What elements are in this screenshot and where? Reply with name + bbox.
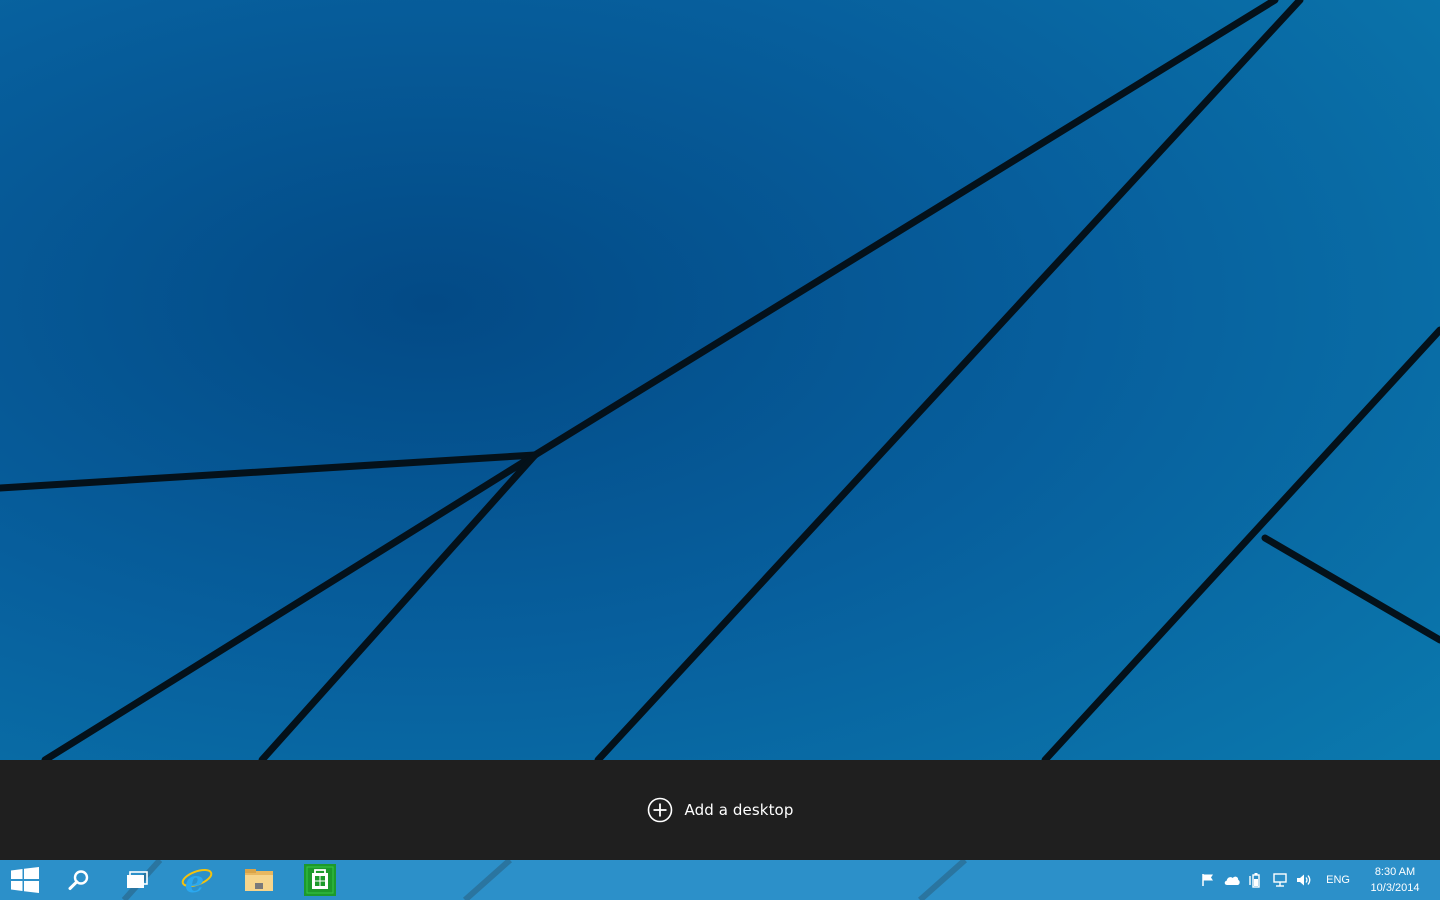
start-button[interactable] — [0, 860, 50, 900]
clock-time: 8:30 AM — [1374, 866, 1416, 878]
add-desktop-label: Add a desktop — [684, 801, 794, 819]
network-icon[interactable] — [1268, 860, 1292, 900]
clock-date: 10/3/2014 — [1370, 882, 1420, 894]
show-desktop-edge[interactable] — [1434, 860, 1440, 900]
internet-explorer-icon: e — [181, 865, 213, 896]
task-view-icon — [127, 871, 148, 888]
desktop-wallpaper — [0, 0, 1440, 760]
search-button[interactable] — [50, 860, 108, 900]
volume-icon[interactable] — [1292, 860, 1316, 900]
store-icon — [304, 864, 336, 896]
system-tray: ENG 8:30 AM 10/3/2014 — [1196, 860, 1440, 900]
task-view-button[interactable] — [108, 860, 166, 900]
internet-explorer-button[interactable]: e — [166, 860, 228, 900]
power-icon[interactable] — [1244, 860, 1268, 900]
search-icon — [68, 870, 89, 890]
windows-logo-icon — [11, 867, 39, 893]
file-explorer-button[interactable] — [228, 860, 290, 900]
svg-text:e: e — [185, 865, 204, 896]
clock[interactable]: 8:30 AM 10/3/2014 — [1360, 860, 1430, 900]
taskbar: e ENG 8:30 AM 10/3/2014 — [0, 860, 1440, 900]
folder-icon — [245, 869, 273, 891]
input-language-indicator[interactable]: ENG — [1316, 860, 1360, 900]
add-circle-icon — [647, 797, 672, 823]
virtual-desktops-bar: Add a desktop — [0, 760, 1440, 860]
store-button[interactable] — [290, 860, 350, 900]
action-center-flag-icon[interactable] — [1196, 860, 1220, 900]
add-desktop-button[interactable]: Add a desktop — [637, 791, 804, 829]
onedrive-cloud-icon[interactable] — [1220, 860, 1244, 900]
